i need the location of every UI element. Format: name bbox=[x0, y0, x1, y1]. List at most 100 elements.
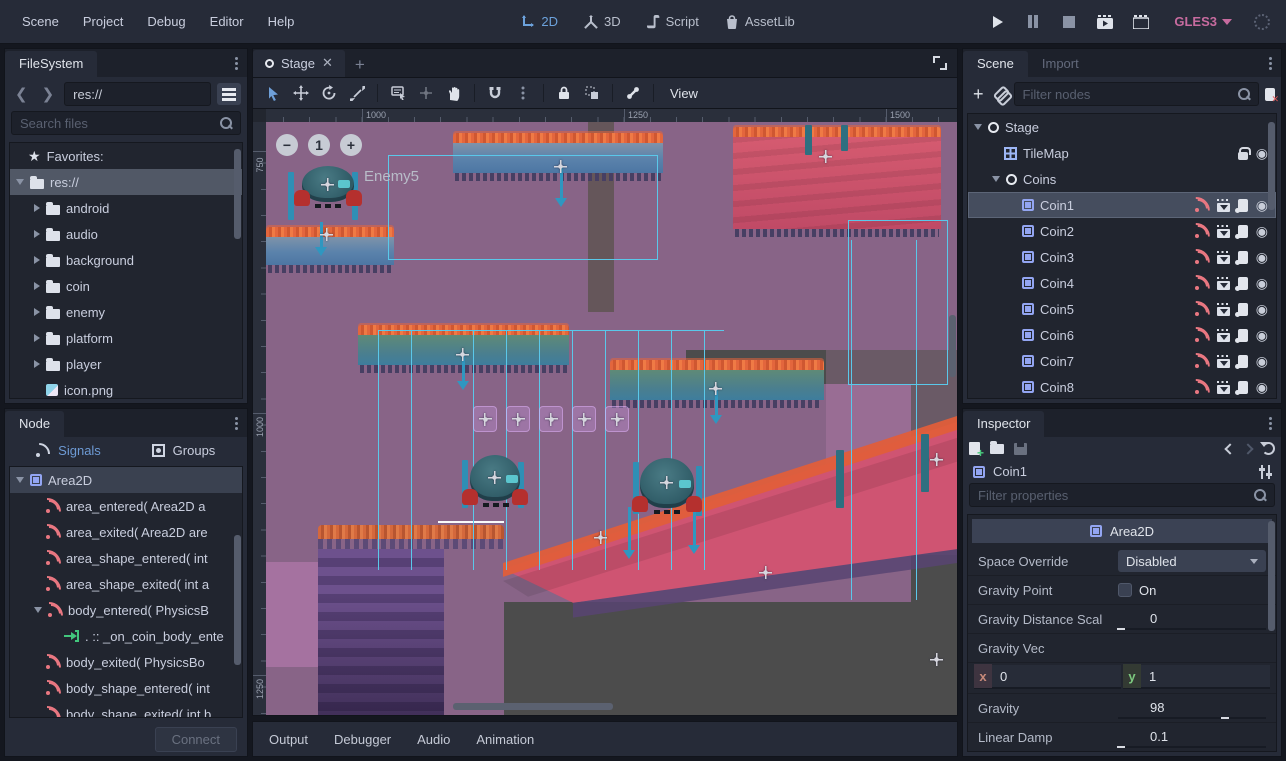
scene-tree-node[interactable]: Coin5◉ bbox=[968, 296, 1276, 322]
object-history-button[interactable] bbox=[1262, 442, 1275, 455]
scale-tool-button[interactable] bbox=[345, 81, 369, 105]
panel-menu-icon[interactable] bbox=[1269, 57, 1273, 71]
smart-snap-button[interactable] bbox=[483, 81, 507, 105]
scene-tree-node[interactable]: Coin6◉ bbox=[968, 322, 1276, 348]
lock-icon[interactable] bbox=[1238, 152, 1248, 160]
add-node-button[interactable]: + bbox=[969, 84, 988, 105]
scene-tree-scrollbar[interactable] bbox=[1268, 122, 1275, 210]
chevron-down-icon[interactable] bbox=[16, 477, 24, 483]
category-bar[interactable]: Area2D bbox=[972, 519, 1272, 543]
history-back-button[interactable]: ❮ bbox=[11, 85, 32, 103]
slider-grabber[interactable] bbox=[1117, 746, 1125, 748]
chevron-right-icon[interactable] bbox=[34, 360, 40, 368]
signal-icon[interactable] bbox=[1195, 277, 1209, 290]
lock-button[interactable] bbox=[552, 81, 576, 105]
eye-icon[interactable]: ◉ bbox=[1256, 381, 1268, 394]
group-icon[interactable] bbox=[1217, 359, 1230, 368]
scene-tree-node[interactable]: TileMap◉ bbox=[968, 140, 1276, 166]
group-icon[interactable] bbox=[1217, 203, 1230, 212]
chevron-down-icon[interactable] bbox=[974, 124, 982, 130]
workspace-3d-button[interactable]: 3D bbox=[584, 14, 621, 29]
workspace-script-button[interactable]: Script bbox=[647, 14, 699, 29]
scene-tree-node[interactable]: Stage bbox=[968, 114, 1276, 140]
script-icon[interactable] bbox=[1238, 329, 1248, 342]
new-scene-tab-button[interactable]: + bbox=[345, 53, 375, 77]
signal-icon[interactable] bbox=[1195, 381, 1209, 394]
tab-debugger[interactable]: Debugger bbox=[334, 732, 391, 747]
panel-menu-icon[interactable] bbox=[1269, 417, 1273, 431]
filesystem-item[interactable]: background bbox=[10, 247, 242, 273]
load-resource-button[interactable] bbox=[990, 444, 1004, 454]
tab-output[interactable]: Output bbox=[269, 732, 308, 747]
vector-x-field[interactable]: x0 bbox=[974, 665, 1121, 689]
signal-icon[interactable] bbox=[1195, 329, 1209, 342]
group-icon[interactable] bbox=[1217, 333, 1230, 342]
tab-filesystem[interactable]: FileSystem bbox=[5, 51, 97, 77]
filesystem-item[interactable]: coin bbox=[10, 273, 242, 299]
filesystem-item[interactable]: platform bbox=[10, 325, 242, 351]
tab-signals[interactable]: Signals bbox=[15, 443, 122, 458]
menu-debug[interactable]: Debug bbox=[135, 8, 197, 35]
rotate-tool-button[interactable] bbox=[317, 81, 341, 105]
move-gizmo-arrow[interactable] bbox=[555, 167, 567, 213]
node-gizmo-crosshair[interactable] bbox=[320, 228, 333, 241]
chevron-down-icon[interactable] bbox=[992, 176, 1000, 182]
chevron-right-icon[interactable] bbox=[34, 230, 40, 238]
pivot-tool-button[interactable] bbox=[414, 81, 438, 105]
filesystem-item[interactable]: res:// bbox=[10, 169, 242, 195]
chevron-right-icon[interactable] bbox=[34, 256, 40, 264]
property-checkbox[interactable] bbox=[1118, 583, 1132, 597]
chevron-right-icon[interactable] bbox=[34, 282, 40, 290]
group-icon[interactable] bbox=[1217, 229, 1230, 238]
node-gizmo-crosshair[interactable] bbox=[930, 453, 943, 466]
tab-stage-scene[interactable]: Stage ✕ bbox=[253, 50, 345, 77]
node-gizmo-crosshair[interactable] bbox=[819, 150, 832, 163]
new-resource-button[interactable] bbox=[969, 442, 980, 455]
play-scene-button[interactable] bbox=[1094, 11, 1116, 33]
select-tool-button[interactable] bbox=[261, 81, 285, 105]
eye-icon[interactable]: ◉ bbox=[1256, 251, 1268, 264]
menu-scene[interactable]: Scene bbox=[10, 8, 71, 35]
menu-editor[interactable]: Editor bbox=[198, 8, 256, 35]
signal-icon[interactable] bbox=[1195, 225, 1209, 238]
history-back-button[interactable] bbox=[1224, 443, 1235, 454]
script-icon[interactable] bbox=[1238, 381, 1248, 394]
slider-grabber[interactable] bbox=[1221, 717, 1229, 719]
eye-icon[interactable]: ◉ bbox=[1256, 303, 1268, 316]
play-custom-scene-button[interactable] bbox=[1130, 11, 1152, 33]
node-gizmo-crosshair[interactable] bbox=[759, 566, 772, 579]
group-icon[interactable] bbox=[1217, 307, 1230, 316]
search-files-input[interactable]: Search files bbox=[11, 111, 241, 135]
canvas-vscrollbar[interactable] bbox=[949, 315, 956, 377]
coin-node[interactable] bbox=[473, 406, 497, 432]
enemy-sprite[interactable] bbox=[464, 455, 526, 507]
scene-tree-node[interactable]: Coin3◉ bbox=[968, 244, 1276, 270]
scene-tree-node[interactable]: Coin1◉ bbox=[968, 192, 1276, 218]
script-icon[interactable] bbox=[1238, 199, 1248, 212]
zoom-reset-button[interactable]: 1 bbox=[308, 134, 330, 156]
eye-icon[interactable]: ◉ bbox=[1256, 277, 1268, 290]
enemy-sprite[interactable] bbox=[296, 166, 360, 208]
eye-icon[interactable]: ◉ bbox=[1256, 147, 1268, 160]
signal-icon[interactable] bbox=[1195, 251, 1209, 264]
script-icon[interactable] bbox=[1238, 251, 1248, 264]
save-resource-button[interactable] bbox=[1014, 443, 1027, 455]
tab-inspector[interactable]: Inspector bbox=[963, 411, 1044, 437]
scene-tree-node[interactable]: Coin7◉ bbox=[968, 348, 1276, 374]
pan-tool-button[interactable] bbox=[442, 81, 466, 105]
zoom-out-button[interactable]: − bbox=[276, 134, 298, 156]
eye-icon[interactable]: ◉ bbox=[1256, 199, 1268, 212]
tab-audio[interactable]: Audio bbox=[417, 732, 450, 747]
workspace-2d-button[interactable]: 2D bbox=[521, 14, 558, 29]
zoom-in-button[interactable]: + bbox=[340, 134, 362, 156]
signal-icon[interactable] bbox=[1195, 199, 1209, 212]
panel-menu-icon[interactable] bbox=[235, 417, 239, 431]
eye-icon[interactable]: ◉ bbox=[1256, 355, 1268, 368]
signal-item[interactable]: area_exited( Area2D are bbox=[10, 519, 242, 545]
menu-help[interactable]: Help bbox=[256, 8, 307, 35]
signals-tree[interactable]: Area2Darea_entered( Area2D aarea_exited(… bbox=[9, 466, 243, 718]
tab-groups[interactable]: Groups bbox=[130, 443, 237, 458]
filesystem-item[interactable]: icon.png bbox=[10, 377, 242, 399]
signal-item[interactable]: body_shape_entered( int bbox=[10, 675, 242, 701]
menu-project[interactable]: Project bbox=[71, 8, 135, 35]
